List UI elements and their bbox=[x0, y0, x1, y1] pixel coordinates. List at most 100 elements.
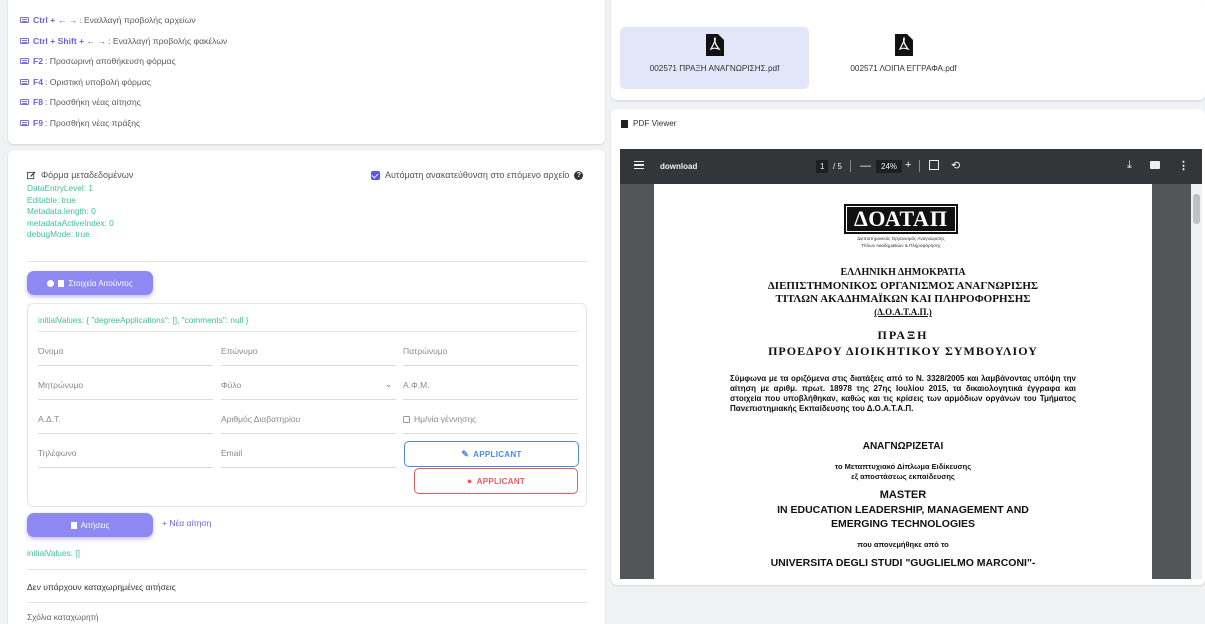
logo-subtitle: Τίτλων Ακαδημαϊκών & Πληροφόρησης bbox=[861, 243, 941, 248]
gender-select[interactable]: Φύλο ⌄ bbox=[221, 376, 396, 400]
phone-placeholder: Τηλέφωνο bbox=[38, 448, 77, 458]
attachment-item[interactable]: 002571 ΛΟΙΠΑ ΕΓΓΡΑΦΑ.pdf bbox=[809, 27, 998, 89]
doc-line: MASTER bbox=[879, 489, 927, 501]
shortcut-row: F2: Προσωρινή αποθήκευση φόρμας bbox=[20, 51, 605, 72]
birth-date-field[interactable]: Ημ/νία γέννησης bbox=[403, 410, 578, 434]
rotate-icon[interactable]: ⟲ bbox=[951, 159, 960, 172]
pdf-viewer-panel: PDF Viewer download 1 / 5 — 24% + ⟲ ⤓ ⋮ … bbox=[611, 109, 1205, 585]
edit-applicant-label: APPLICANT bbox=[473, 449, 522, 459]
pdf-toolbar: download 1 / 5 — 24% + ⟲ ⤓ ⋮ bbox=[620, 149, 1202, 184]
shortcut-desc: : Εναλλαγή προβολής φακέλων bbox=[108, 35, 228, 46]
menu-icon[interactable] bbox=[634, 161, 644, 169]
father-name-field[interactable]: Πατρώνυμο bbox=[403, 342, 578, 366]
download-icon[interactable]: ⤓ bbox=[1127, 159, 1132, 172]
viewer-title-text: PDF Viewer bbox=[633, 119, 677, 128]
comments-label: Σχόλια καταχωρητή bbox=[27, 612, 99, 622]
scrollbar-thumb[interactable] bbox=[1193, 194, 1200, 224]
shortcut-row: F4: Οριστική υποβολή φόρμας bbox=[20, 72, 605, 93]
delete-applicant-button[interactable]: ● APPLICANT bbox=[414, 468, 578, 494]
logo-text: ΔΟΑΤΑΠ bbox=[844, 204, 958, 234]
new-application-link[interactable]: + Νέα αίτηση bbox=[162, 518, 211, 528]
folder-icon bbox=[70, 521, 77, 529]
adt-placeholder: Α.Δ.Τ. bbox=[38, 414, 61, 424]
form-title: Φόρμα μεταδεδομένων bbox=[27, 170, 133, 180]
mother-name-placeholder: Μητρώνυμο bbox=[38, 380, 84, 390]
edit-applicant-button[interactable]: ✎ APPLICANT bbox=[404, 441, 579, 467]
phone-field[interactable]: Τηλέφωνο bbox=[38, 444, 213, 468]
shortcut-desc: : Οριστική υποβολή φόρμας bbox=[45, 76, 151, 87]
keyboard-icon bbox=[20, 99, 29, 106]
checkbox-checked-icon[interactable] bbox=[371, 170, 380, 180]
shortcuts-panel: Ctrl + ← →: Εναλλαγή προβολής αρχείων Ct… bbox=[8, 0, 605, 144]
applicant-section-button[interactable]: Στοιχεία Αιτούντος bbox=[27, 271, 153, 295]
initial-values-text: initialValues: { "degreeApplications": [… bbox=[38, 315, 249, 325]
calendar-icon bbox=[403, 416, 410, 423]
applications-button[interactable]: Αιτήσεις bbox=[27, 513, 153, 537]
keyboard-icon bbox=[20, 119, 29, 126]
shortcut-key: F9 bbox=[33, 117, 44, 128]
father-name-placeholder: Πατρώνυμο bbox=[403, 346, 448, 356]
zoom-out-icon[interactable]: — bbox=[860, 160, 871, 172]
debug-line: Editable: true bbox=[27, 194, 76, 205]
attachment-item[interactable]: 002571 ΠΡΑΞΗ ΑΝΑΓΝΩΡΙΣΗΣ.pdf bbox=[620, 27, 809, 89]
attachments-panel: 002571 ΠΡΑΞΗ ΑΝΑΓΝΩΡΙΣΗΣ.pdf 002571 ΛΟΙΠ… bbox=[611, 0, 1205, 100]
afm-field[interactable]: Α.Φ.Μ. bbox=[403, 376, 578, 400]
zoom-input[interactable]: 24% bbox=[876, 160, 903, 173]
shortcut-key: F2 bbox=[33, 56, 44, 67]
shortcut-desc: : Προσθήκη νέας αίτησης bbox=[45, 97, 141, 108]
page-total: / 5 bbox=[833, 162, 842, 171]
passport-field[interactable]: Αριθμός Διαβατηρίου bbox=[221, 410, 396, 434]
pdf-file-icon bbox=[894, 34, 913, 56]
last-name-field[interactable]: Επώνυμο bbox=[221, 342, 396, 366]
shortcut-desc: : Προσωρινή αποθήκευση φόρμας bbox=[45, 56, 176, 67]
list-icon bbox=[58, 279, 65, 287]
adt-field[interactable]: Α.Δ.Τ. bbox=[38, 410, 213, 434]
more-options-icon[interactable]: ⋮ bbox=[1178, 159, 1189, 172]
wand-icon: ✎ bbox=[461, 448, 470, 459]
doc-line: ΔΙΕΠΙΣΤΗΜΟΝΙΚΟΣ ΟΡΓΑΝΙΣΜΟΣ ΑΝΑΓΝΩΡΙΣΗΣ bbox=[767, 280, 1039, 292]
doc-heading: ΠΡΑΞΗ bbox=[877, 328, 929, 342]
passport-placeholder: Αριθμός Διαβατηρίου bbox=[221, 414, 301, 424]
pdf-page: ΔΟΑΤΑΠ Διεπιστημονικός Οργανισμός Αναγνώ… bbox=[654, 184, 1152, 579]
doc-line: το Μεταπτυχιακό Δίπλωμα Ειδίκευσης bbox=[834, 462, 972, 471]
email-field[interactable]: Email bbox=[221, 444, 396, 468]
first-name-placeholder: Όνομα bbox=[38, 346, 64, 356]
debug-line: metadataActiveIndex: 0 bbox=[27, 217, 114, 228]
metadata-form-panel: Φόρμα μεταδεδομένων Αυτόματη ανακατεύθυν… bbox=[8, 150, 605, 624]
help-icon[interactable]: ? bbox=[574, 170, 584, 180]
keyboard-icon bbox=[20, 37, 29, 44]
print-icon[interactable] bbox=[1150, 161, 1160, 169]
attachment-name: 002571 ΛΟΙΠΑ ΕΓΓΡΑΦΑ.pdf bbox=[850, 64, 957, 73]
doc-line: UNIVERSITA DEGLI STUDI "GUGLIELMO MARCON… bbox=[770, 557, 1036, 569]
keyboard-icon bbox=[20, 17, 29, 24]
shortcut-key: F8 bbox=[33, 97, 44, 108]
mother-name-field[interactable]: Μητρώνυμο bbox=[38, 376, 213, 400]
doc-line: IN EDUCATION LEADERSHIP, MANAGEMENT AND bbox=[777, 504, 1029, 516]
pdf-scrollbar[interactable] bbox=[1191, 184, 1202, 579]
divider bbox=[38, 331, 578, 332]
zoom-in-icon[interactable]: + bbox=[905, 159, 911, 171]
shortcut-row: Ctrl + ← →: Εναλλαγή προβολής αρχείων bbox=[20, 10, 605, 31]
email-placeholder: Email bbox=[221, 448, 243, 458]
keyboard-icon bbox=[20, 78, 29, 85]
debug-line: Metadata.length: 0 bbox=[27, 206, 96, 216]
chevron-down-icon[interactable]: ⌄ bbox=[385, 380, 392, 389]
page-number-input[interactable]: 1 bbox=[816, 160, 829, 173]
pdf-frame[interactable]: download 1 / 5 — 24% + ⟲ ⤓ ⋮ ΔΟΑΤΑΠ Διεπ… bbox=[620, 149, 1202, 579]
doc-line: (Δ.Ο.Α.Τ.Α.Π.) bbox=[874, 307, 932, 317]
no-applications-text: Δεν υπάρχουν καταχωρημένες αιτήσεις bbox=[27, 582, 176, 592]
doc-line: EMERGING TECHNOLOGIES bbox=[830, 518, 976, 530]
delete-applicant-label: APPLICANT bbox=[476, 476, 526, 486]
first-name-field[interactable]: Όνομα bbox=[38, 342, 213, 366]
auto-redirect-checkbox[interactable]: Αυτόματη ανακατεύθυνση στο επόμενο αρχεί… bbox=[371, 170, 584, 180]
file-icon bbox=[621, 119, 628, 128]
doc-line: ΤΙΤΛΩΝ ΑΚΑΔΗΜΑΪΚΩΝ ΚΑΙ ΠΛΗΡΟΦΟΡΗΣΗΣ bbox=[775, 293, 1031, 305]
doc-line: που απονεμήθηκε από το bbox=[857, 540, 949, 549]
applications-initial-values: initialValues: [] bbox=[27, 548, 80, 558]
doc-paragraph: Σύμφωνα με τα οριζόμενα στις διατάξεις α… bbox=[730, 374, 1076, 413]
fit-page-icon[interactable] bbox=[929, 160, 939, 170]
divider bbox=[27, 261, 587, 262]
shortcut-desc: : Προσθήκη νέας πράξης bbox=[45, 117, 141, 128]
shortcut-key: Ctrl + ← → bbox=[33, 15, 78, 26]
shortcut-row: F8: Προσθήκη νέας αίτησης bbox=[20, 92, 605, 113]
